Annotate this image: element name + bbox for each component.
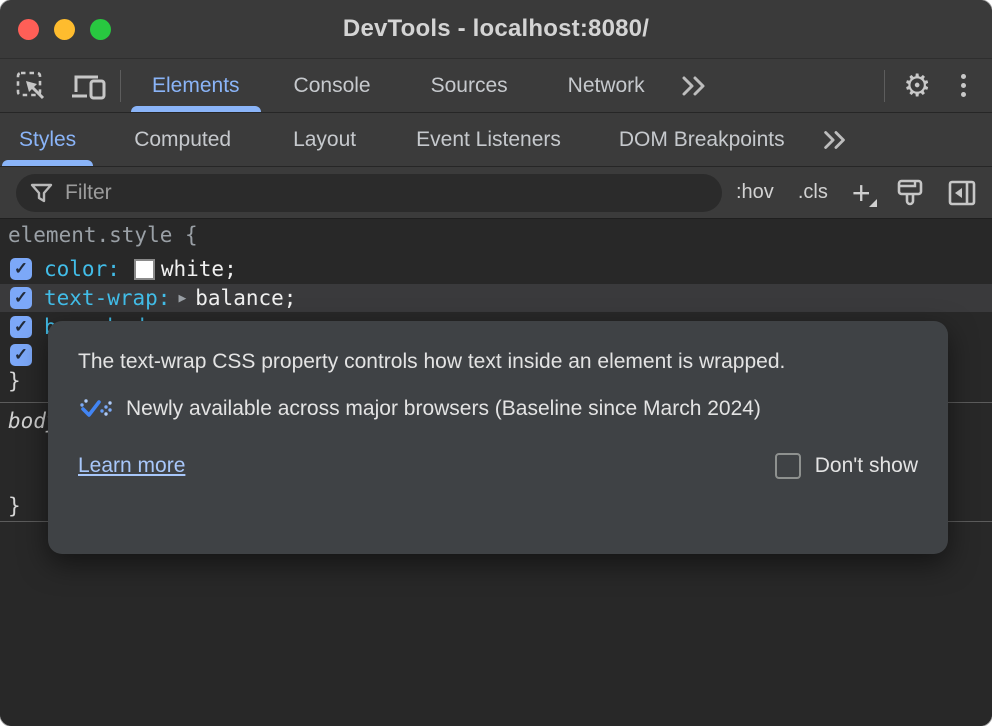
inspect-element-icon [14,69,48,103]
styles-filter-toolbar: :hov .cls + [0,167,992,219]
main-toolbar: Elements Console Sources Network ⚙ [0,59,992,113]
check-icon: ✓ [14,259,28,279]
active-tab-indicator [131,106,261,112]
toolbar-right-cluster: ⚙ [884,59,992,112]
baseline-newly-available-icon [78,396,112,422]
tab-label: Network [568,74,645,98]
css-property-name[interactable]: text-wrap: [44,286,170,310]
check-icon: ✓ [14,288,28,308]
window-title: DevTools - localhost:8080/ [0,15,992,43]
inspect-element-button[interactable] [0,59,58,112]
tab-label: Console [294,74,371,98]
dropdown-corner-triangle [869,199,877,207]
customize-devtools-button[interactable] [949,74,978,97]
kebab-menu-icon [961,74,966,79]
rule-close-brace: } [8,369,21,393]
toggle-element-state-button[interactable]: :hov [726,181,784,204]
dont-show-checkbox[interactable] [775,453,801,479]
tab-styles[interactable]: Styles [0,113,95,166]
baseline-tooltip: The text-wrap CSS property controls how … [48,321,948,554]
panel-collapse-left-icon [947,179,977,207]
css-declaration-row-hovered[interactable]: ✓ text-wrap: ▶ balance; [0,284,992,312]
styles-pane: element.style { ✓ color: white; ✓ text-w… [0,219,992,726]
tab-console[interactable]: Console [271,59,394,112]
toggle-sidebar-button[interactable] [937,179,983,207]
filter-input[interactable] [63,180,708,206]
tab-label: DOM Breakpoints [619,128,785,152]
baseline-status-row: Newly available across major browsers (B… [78,396,918,422]
tooltip-footer: Learn more Don't show [78,453,918,479]
tab-label: Layout [293,128,356,152]
tab-dom-breakpoints[interactable]: DOM Breakpoints [600,113,804,166]
new-style-rule-button[interactable]: + [840,177,883,209]
hov-label: :hov [736,181,774,203]
rule-selector: element.style { [8,223,198,247]
check-icon: ✓ [14,345,28,365]
tab-sources[interactable]: Sources [408,59,531,112]
css-property-value[interactable]: white; [161,257,237,281]
tab-label: Computed [134,128,231,152]
toolbar-separator [884,70,885,102]
toggle-device-toolbar-button[interactable] [58,59,120,112]
declaration-checkbox-checked[interactable]: ✓ [10,287,32,309]
tab-label: Sources [431,74,508,98]
chevron-double-right-icon [820,129,850,151]
title-bar: DevTools - localhost:8080/ [0,0,992,59]
more-tabs-button[interactable] [668,59,720,112]
more-panel-tabs-button[interactable] [810,113,860,166]
dont-show-label: Don't show [815,454,918,478]
toolbar-separator [120,70,121,102]
css-property-name[interactable]: color: [44,257,120,281]
paint-brush-icon [895,177,925,209]
check-icon: ✓ [14,317,28,337]
filter-field[interactable] [16,174,722,212]
chevron-double-right-icon [678,75,710,97]
funnel-filter-icon [30,182,53,204]
css-declaration-row[interactable]: ✓ color: white; [0,255,992,283]
active-tab-indicator [2,160,93,166]
cls-label: .cls [798,181,828,203]
devtools-window: DevTools - localhost:8080/ Elements Cons… [0,0,992,726]
tab-elements[interactable]: Elements [129,59,263,112]
disclosure-triangle-icon[interactable]: ▶ [178,291,186,306]
learn-more-link[interactable]: Learn more [78,454,185,478]
tab-label: Event Listeners [416,128,561,152]
tab-event-listeners[interactable]: Event Listeners [397,113,580,166]
element-classes-button[interactable]: .cls [788,181,838,204]
inherited-rule-close-brace: } [8,494,21,518]
color-swatch[interactable] [134,259,155,280]
tab-layout[interactable]: Layout [274,113,375,166]
baseline-status-text: Newly available across major browsers (B… [126,397,761,421]
tab-computed[interactable]: Computed [115,113,250,166]
gear-icon: ⚙ [903,70,931,101]
declaration-checkbox-checked[interactable]: ✓ [10,344,32,366]
declaration-checkbox-checked[interactable]: ✓ [10,258,32,280]
tooltip-description: The text-wrap CSS property controls how … [78,343,858,380]
dont-show-control[interactable]: Don't show [775,453,918,479]
device-toolbar-icon [70,70,108,102]
declaration-checkbox-checked[interactable]: ✓ [10,316,32,338]
css-property-value[interactable]: balance; [195,286,296,310]
tab-label: Elements [152,74,240,98]
tab-label: Styles [19,128,76,152]
elements-panel-toolbar: Styles Computed Layout Event Listeners D… [0,113,992,167]
settings-button[interactable]: ⚙ [893,70,941,101]
rendering-emulations-button[interactable] [883,177,937,209]
tab-network[interactable]: Network [545,59,668,112]
